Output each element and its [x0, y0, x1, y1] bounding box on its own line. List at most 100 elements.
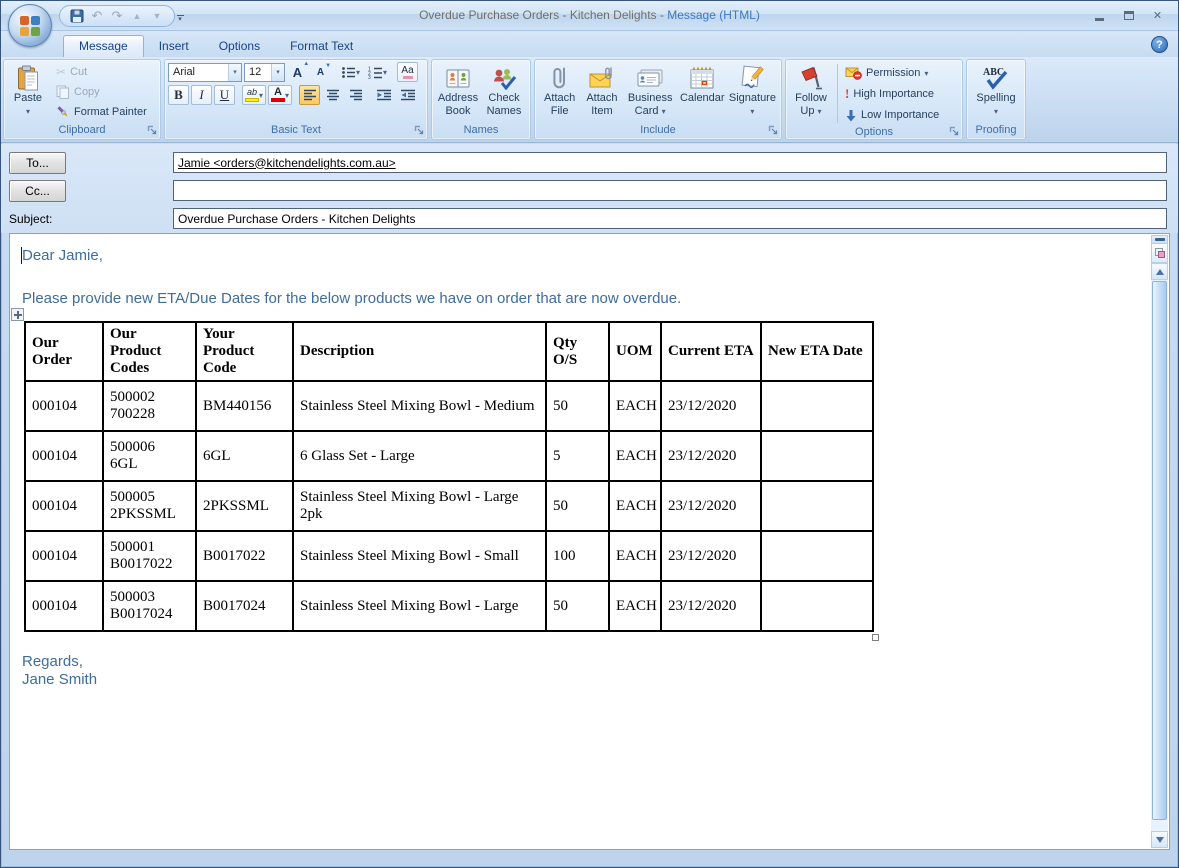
permission-button[interactable]: Permission ▾	[842, 63, 942, 83]
table-header-cell[interactable]: New ETA Date	[761, 322, 873, 381]
low-importance-button[interactable]: Low Importance	[842, 105, 942, 125]
grow-font-button[interactable]: A▲	[287, 62, 308, 82]
table-header-cell[interactable]: Qty O/S	[546, 322, 609, 381]
table-cell[interactable]: 5	[546, 431, 609, 481]
table-cell[interactable]: 500001 B0017022	[103, 531, 196, 581]
underline-button[interactable]: U	[214, 85, 235, 105]
intro-text[interactable]: Please provide new ETA/Due Dates for the…	[22, 290, 1150, 307]
office-button[interactable]	[8, 4, 52, 47]
table-cell[interactable]: EACH	[609, 531, 661, 581]
table-cell[interactable]: EACH	[609, 431, 661, 481]
table-cell[interactable]: EACH	[609, 381, 661, 431]
table-cell[interactable]	[761, 431, 873, 481]
options-dialog-launcher[interactable]	[948, 126, 960, 138]
message-body-editor[interactable]: Dear Jamie, Please provide new ETA/Due D…	[9, 233, 1170, 850]
po-table[interactable]: Our OrderOur Product CodesYour Product C…	[24, 321, 874, 632]
table-cell[interactable]: 6 Glass Set - Large	[293, 431, 546, 481]
attach-item-button[interactable]: Attach Item	[581, 62, 622, 123]
table-cell[interactable]: 2PKSSML	[196, 481, 293, 531]
table-cell[interactable]: 50	[546, 381, 609, 431]
high-importance-button[interactable]: ! High Importance	[842, 84, 942, 104]
table-cell[interactable]: 500006 6GL	[103, 431, 196, 481]
table-cell[interactable]: 000104	[25, 481, 103, 531]
table-cell[interactable]: EACH	[609, 481, 661, 531]
format-painter-button[interactable]: Format Painter	[53, 102, 150, 122]
table-cell[interactable]	[761, 531, 873, 581]
table-cell[interactable]: 000104	[25, 581, 103, 631]
to-recipient[interactable]: Jamie <orders@kitchendelights.com.au>	[178, 156, 396, 170]
table-cell[interactable]: 500005 2PKSSML	[103, 481, 196, 531]
table-cell[interactable]: 23/12/2020	[661, 431, 761, 481]
paste-button[interactable]: Paste ▾	[7, 62, 49, 123]
to-input[interactable]: Jamie <orders@kitchendelights.com.au>	[173, 152, 1167, 173]
tab-insert[interactable]: Insert	[144, 36, 204, 57]
align-center-button[interactable]	[322, 85, 343, 105]
table-cell[interactable]: Stainless Steel Mixing Bowl - Medium	[293, 381, 546, 431]
copy-button[interactable]: Copy	[53, 82, 150, 102]
table-cell[interactable]: 000104	[25, 381, 103, 431]
table-cell[interactable]: 50	[546, 581, 609, 631]
numbering-button[interactable]: 123 ▾	[365, 62, 390, 82]
split-handle[interactable]	[1151, 235, 1168, 244]
include-dialog-launcher[interactable]	[767, 125, 779, 137]
align-left-button[interactable]	[299, 85, 320, 105]
close-button[interactable]: ✕	[1145, 7, 1170, 24]
scrollbar-track[interactable]	[1151, 280, 1168, 831]
table-cell[interactable]: 100	[546, 531, 609, 581]
cc-input[interactable]	[173, 180, 1167, 201]
table-header-cell[interactable]: UOM	[609, 322, 661, 381]
table-cell[interactable]: 000104	[25, 531, 103, 581]
table-cell[interactable]: 6GL	[196, 431, 293, 481]
font-name-combo[interactable]: Arial ▾	[168, 63, 242, 82]
follow-up-button[interactable]: Follow Up ▾	[789, 62, 833, 125]
attach-file-button[interactable]: Attach File	[538, 62, 581, 123]
table-cell[interactable]: Stainless Steel Mixing Bowl - Small	[293, 531, 546, 581]
table-cell[interactable]: 500003 B0017024	[103, 581, 196, 631]
table-cell[interactable]: 23/12/2020	[661, 381, 761, 431]
bullets-button[interactable]: ▾	[338, 62, 363, 82]
table-cell[interactable]	[761, 481, 873, 531]
closing-text[interactable]: Regards, Jane Smith	[22, 653, 1150, 689]
scroll-down-button[interactable]	[1151, 831, 1168, 848]
check-names-button[interactable]: Check Names	[481, 62, 527, 123]
spelling-button[interactable]: ABC Spelling ▾	[970, 62, 1022, 123]
table-cell[interactable]: 23/12/2020	[661, 481, 761, 531]
table-header-cell[interactable]: Our Order	[25, 322, 103, 381]
calendar-button[interactable]: Calendar	[678, 62, 727, 123]
table-header-cell[interactable]: Our Product Codes	[103, 322, 196, 381]
table-cell[interactable]: BM440156	[196, 381, 293, 431]
table-cell[interactable]: 23/12/2020	[661, 531, 761, 581]
table-cell[interactable]: 50	[546, 481, 609, 531]
cut-button[interactable]: ✂ Cut	[53, 62, 150, 82]
subject-input[interactable]: Overdue Purchase Orders - Kitchen Deligh…	[173, 208, 1167, 229]
shrink-font-button[interactable]: A▼	[310, 62, 331, 82]
table-header-cell[interactable]: Description	[293, 322, 546, 381]
highlight-color-button[interactable]: ab ▾	[242, 85, 266, 105]
table-cell[interactable]: 000104	[25, 431, 103, 481]
table-cell[interactable]: B0017022	[196, 531, 293, 581]
table-cell[interactable]: B0017024	[196, 581, 293, 631]
bold-button[interactable]: B	[168, 85, 189, 105]
italic-button[interactable]: I	[191, 85, 212, 105]
maximize-button[interactable]	[1116, 7, 1141, 24]
table-header-cell[interactable]: Your Product Code	[196, 322, 293, 381]
font-color-button[interactable]: A ▾	[268, 85, 292, 105]
table-cell[interactable]: Stainless Steel Mixing Bowl - Large 2pk	[293, 481, 546, 531]
table-cell[interactable]: 500002 700228	[103, 381, 196, 431]
clear-formatting-button[interactable]: Aa	[397, 62, 418, 82]
greeting-text[interactable]: Dear Jamie,	[22, 247, 1150, 264]
font-size-combo[interactable]: 12 ▾	[244, 63, 285, 82]
minimize-button[interactable]	[1087, 7, 1112, 24]
signature-button[interactable]: Signature ▾	[727, 62, 778, 123]
vertical-scrollbar[interactable]	[1151, 235, 1168, 848]
ruler-toggle-button[interactable]	[1151, 244, 1168, 263]
table-cell[interactable]: EACH	[609, 581, 661, 631]
cc-button[interactable]: Cc...	[9, 180, 66, 202]
business-card-button[interactable]: Business Card ▾	[623, 62, 678, 123]
basic-text-dialog-launcher[interactable]	[413, 125, 425, 137]
help-button[interactable]: ?	[1151, 36, 1168, 53]
scrollbar-thumb[interactable]	[1152, 281, 1167, 820]
table-cell[interactable]: 23/12/2020	[661, 581, 761, 631]
tab-message[interactable]: Message	[63, 35, 144, 57]
clipboard-dialog-launcher[interactable]	[146, 125, 158, 137]
